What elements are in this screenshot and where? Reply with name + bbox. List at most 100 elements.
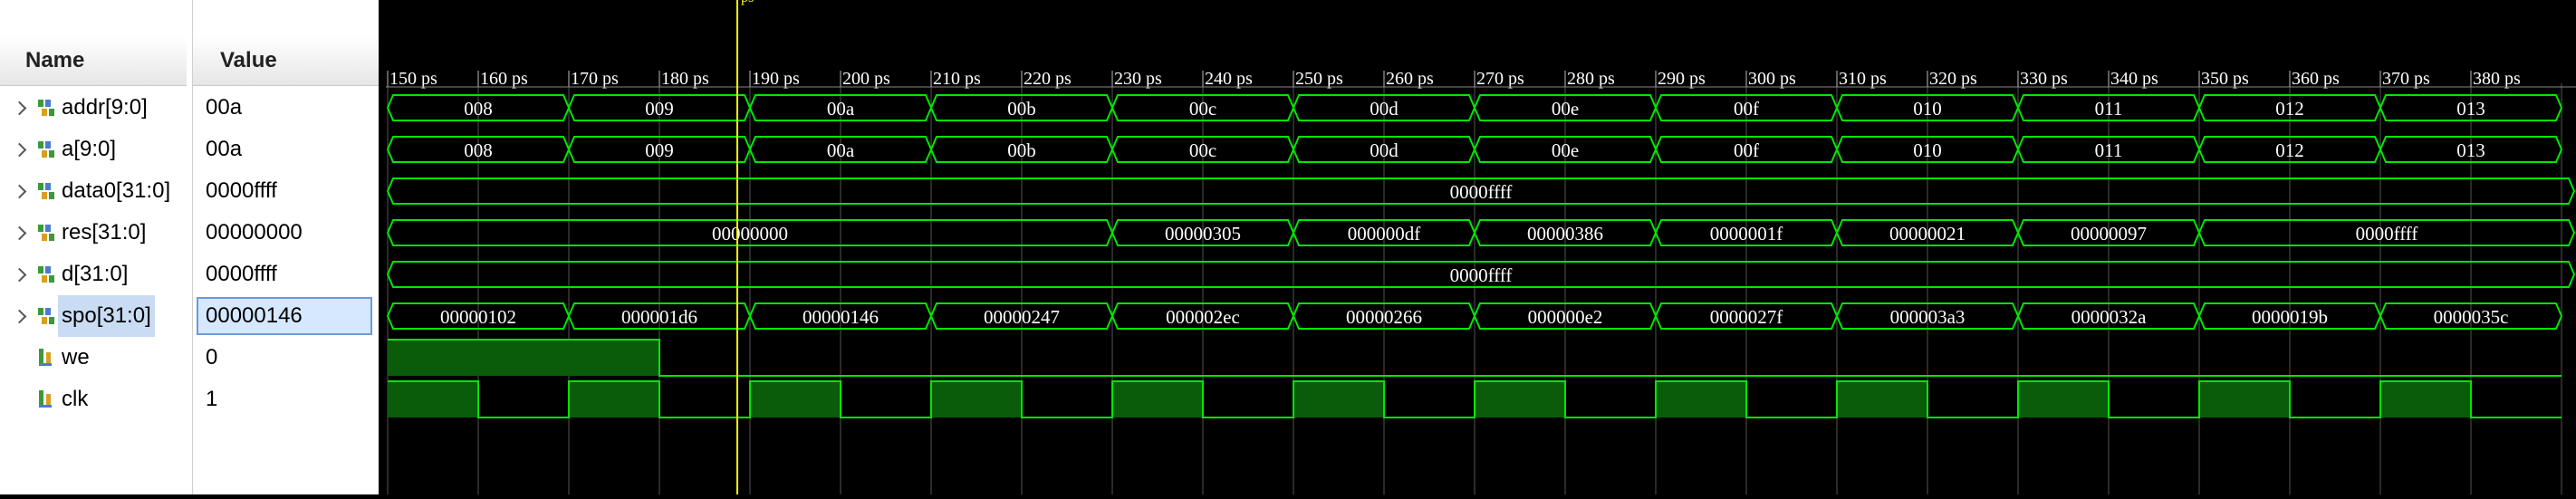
signal-name-spo: spo[31:0] bbox=[58, 295, 155, 337]
signal-value-spo[interactable]: 00000146 bbox=[197, 297, 372, 335]
bus-value-label: 00b bbox=[1007, 98, 1036, 120]
signal-row-d[interactable]: d[31:0] bbox=[0, 254, 187, 295]
bus-value-label: 011 bbox=[2095, 139, 2123, 161]
signal-row-spo[interactable]: spo[31:0] bbox=[0, 295, 187, 337]
cursor-label: ps bbox=[741, 0, 754, 5]
axis-label: 150 ps bbox=[389, 69, 437, 89]
bus-value-label: 00000305 bbox=[1165, 223, 1241, 245]
bus-value-label: 012 bbox=[2275, 98, 2304, 120]
chevron-right-icon[interactable] bbox=[14, 254, 25, 295]
bus-value-label: 00c bbox=[1189, 98, 1216, 120]
bus-value-label: 009 bbox=[645, 98, 674, 120]
signal-row-data0[interactable]: data0[31:0] bbox=[0, 170, 187, 212]
axis-label: 350 ps bbox=[2201, 69, 2249, 89]
signal-row-we[interactable]: we bbox=[0, 337, 187, 379]
axis-label: 290 ps bbox=[1658, 69, 1706, 89]
bus-value-label: 0000035c bbox=[2434, 306, 2509, 328]
bus-value-label: 00d bbox=[1370, 98, 1399, 120]
bus-value-label: 000002ec bbox=[1166, 306, 1240, 328]
bus-value-label: 00000386 bbox=[1527, 223, 1603, 245]
signal-value-a[interactable]: 00a bbox=[197, 130, 372, 168]
axis-label: 240 ps bbox=[1205, 69, 1253, 89]
bit-high-fill bbox=[1475, 381, 1565, 417]
bus-value-label: 00a bbox=[827, 98, 855, 120]
signal-row-clk[interactable]: clk bbox=[0, 379, 187, 420]
axis-label: 220 ps bbox=[1024, 69, 1072, 89]
signal-name-data0: data0[31:0] bbox=[62, 178, 171, 203]
bus-value-label: 00d bbox=[1370, 139, 1399, 161]
value-header-label: Value bbox=[220, 48, 277, 72]
bit-high-fill bbox=[750, 381, 841, 417]
signal-row-addr[interactable]: addr[9:0] bbox=[0, 87, 187, 129]
bus-value-label: 00000247 bbox=[984, 306, 1060, 328]
bus-value-label: 00e bbox=[1552, 98, 1579, 120]
signal-row-res[interactable]: res[31:0] bbox=[0, 212, 187, 254]
name-header-label: Name bbox=[25, 48, 85, 72]
waveform-view[interactable]: 150 ps 160 ps 170 ps 180 ps 190 ps 200 ps 210 … bbox=[386, 0, 2576, 494]
signal-value-text: 0000ffff bbox=[206, 262, 277, 286]
bus-value-label: 009 bbox=[645, 139, 674, 161]
bit-high-fill bbox=[1656, 381, 1746, 417]
bus-value-label: 010 bbox=[1913, 98, 1942, 120]
bit-icon bbox=[39, 390, 52, 408]
bit-icon bbox=[39, 349, 52, 366]
bus-value-label: 0000ffff bbox=[1450, 181, 1513, 203]
axis-label: 270 ps bbox=[1476, 69, 1524, 89]
chevron-right-icon[interactable] bbox=[14, 212, 25, 254]
chevron-right-icon[interactable] bbox=[14, 87, 25, 129]
axis-label: 160 ps bbox=[480, 69, 528, 89]
chevron-right-icon[interactable] bbox=[14, 170, 25, 212]
bus-value-label: 000001d6 bbox=[621, 306, 697, 328]
bus-icon bbox=[38, 308, 54, 324]
signal-value-text: 00a bbox=[206, 95, 243, 120]
bus-icon bbox=[38, 266, 54, 283]
bus-value-label: 008 bbox=[464, 98, 493, 120]
signal-value-text: 1 bbox=[206, 387, 218, 411]
axis-label: 210 ps bbox=[933, 69, 981, 89]
signal-value-clk[interactable]: 1 bbox=[197, 380, 372, 418]
bus-value-label: 00000000 bbox=[712, 223, 788, 245]
signal-value-res[interactable]: 00000000 bbox=[197, 214, 372, 252]
axis-label: 360 ps bbox=[2292, 69, 2340, 89]
bus-icon bbox=[38, 141, 54, 158]
bus-value-label: 00c bbox=[1189, 139, 1216, 161]
bus-value-label: 00000097 bbox=[2071, 223, 2147, 245]
bit-high-fill bbox=[478, 340, 569, 376]
bus-value-label: 00a bbox=[827, 139, 855, 161]
signal-name-res: res[31:0] bbox=[62, 220, 147, 245]
panel-divider[interactable] bbox=[379, 0, 386, 494]
bit-high-fill bbox=[2199, 381, 2290, 417]
bus-value-label: 012 bbox=[2275, 139, 2304, 161]
name-column-header[interactable]: Name bbox=[0, 36, 187, 86]
bit-high-fill bbox=[569, 340, 659, 376]
bit-high-fill bbox=[569, 381, 659, 417]
signal-value-addr[interactable]: 00a bbox=[197, 89, 372, 127]
bus-value-label: 011 bbox=[2095, 98, 2123, 120]
bus-value-label: 000003a3 bbox=[1890, 306, 1966, 328]
chevron-right-icon[interactable] bbox=[14, 129, 25, 170]
signal-value-text: 0 bbox=[206, 345, 218, 369]
signal-value-we[interactable]: 0 bbox=[197, 339, 372, 377]
bus-value-label: 010 bbox=[1913, 139, 1942, 161]
waveform-canvas[interactable]: 150 ps 160 ps 170 ps 180 ps 190 ps 200 ps 210 … bbox=[386, 0, 2576, 494]
signal-row-a[interactable]: a[9:0] bbox=[0, 129, 187, 170]
bus-value-label: 00b bbox=[1007, 139, 1036, 161]
bus-value-label: 013 bbox=[2456, 98, 2485, 120]
value-column-header[interactable]: Value bbox=[193, 36, 380, 86]
signal-value-data0[interactable]: 0000ffff bbox=[197, 172, 372, 210]
bus-value-label: 0000ffff bbox=[1450, 264, 1513, 286]
bus-icon bbox=[38, 100, 54, 116]
axis-label: 380 ps bbox=[2473, 69, 2521, 89]
bus-value-label: 00000266 bbox=[1346, 306, 1422, 328]
bus-value-label: 0000019b bbox=[2252, 306, 2328, 328]
bus-value-label: 00000102 bbox=[440, 306, 516, 328]
signal-value-text: 00000146 bbox=[206, 303, 303, 328]
axis-label: 250 ps bbox=[1295, 69, 1343, 89]
chevron-right-icon[interactable] bbox=[14, 295, 25, 337]
bus-value-label: 013 bbox=[2456, 139, 2485, 161]
signal-value-d[interactable]: 0000ffff bbox=[197, 255, 372, 293]
signal-value-text: 00a bbox=[206, 137, 243, 161]
axis-label: 280 ps bbox=[1567, 69, 1615, 89]
bit-high-fill bbox=[2018, 381, 2109, 417]
bit-high-fill bbox=[388, 340, 478, 376]
